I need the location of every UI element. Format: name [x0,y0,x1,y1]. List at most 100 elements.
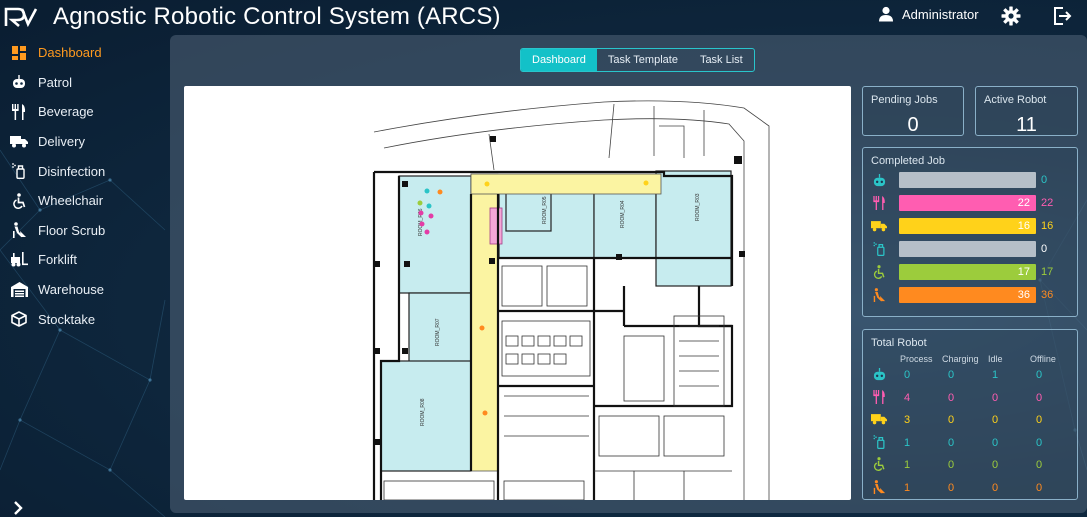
sidebar-item-floor-scrub[interactable]: Floor Scrub [0,216,165,246]
total-robot-col-header: Offline [1030,354,1056,364]
total-robot-cell: 4 [903,391,911,404]
pending-jobs-card: Pending Jobs 0 [862,86,964,136]
total-robot-row-floor-scrub: 1 0 0 0 [871,479,1076,495]
completed-job-bar [899,241,1036,257]
completed-job-bar-label: 22 [1017,197,1030,209]
user-menu[interactable]: Administrator [878,6,979,22]
completed-job-bar-label: 17 [1017,266,1030,278]
sidebar-item-label: Forklift [38,252,77,268]
total-robot-cell: 0 [947,481,955,494]
sidebar-item-wheelchair[interactable]: Wheelchair [0,186,165,216]
settings-button[interactable] [1000,5,1022,27]
sidebar-item-disinfection[interactable]: Disinfection [0,156,165,186]
sidebar-item-label: Beverage [38,104,94,120]
completed-job-bar [899,172,1036,188]
completed-job-total: 0 [1041,174,1048,186]
top-bar: Agnostic Robotic Control System (ARCS) A… [0,0,1087,34]
wheelchair-icon [10,192,28,210]
room-label: ROOM_R05 [542,196,548,224]
spray-icon [871,241,887,257]
room-label: ROOM_R08 [420,398,426,426]
total-robot-cell: 0 [1035,436,1043,449]
total-robot-row-patrol: 0 0 1 0 [871,366,1076,382]
room-label: ROOM_R03 [695,193,701,221]
active-robot-label: Active Robot [984,94,1047,106]
completed-job-bar: 36 [899,287,1036,303]
sidebar-item-label: Warehouse [38,282,104,298]
user-name: Administrator [902,6,979,22]
sidebar-item-patrol[interactable]: Patrol [0,68,165,98]
total-robot-cell: 0 [947,414,955,426]
room-label: ROOM_R07 [435,318,441,346]
total-robot-cell: 0 [991,436,999,449]
robot-marker [417,200,423,206]
dashboard-icon [10,44,28,62]
completed-job-bar-label: 36 [1017,289,1030,301]
spray-icon [10,162,28,180]
sidebar-item-stocktake[interactable]: Stocktake [0,304,165,334]
total-robot-cell: 0 [947,369,955,381]
robot-icon [871,366,887,382]
user-icon [879,6,893,22]
pending-jobs-value: 0 [907,114,919,136]
forklift-icon [10,251,28,269]
pending-jobs-label: Pending Jobs [871,94,938,106]
sidebar-item-label: Patrol [38,74,72,90]
sidebar-item-warehouse[interactable]: Warehouse [0,275,165,305]
total-robot-cell: 0 [947,459,955,471]
sidebar-expand-button[interactable] [12,501,24,517]
tab-task-template[interactable]: Task Template [597,49,689,71]
logo-icon [4,7,38,28]
completed-job-total: 16 [1041,220,1054,232]
tab-dashboard[interactable]: Dashboard [521,49,597,71]
floor-plan-map[interactable]: ROOM_R06 ROOM_R05 ROOM_R04 ROOM_R03 ROOM… [184,86,851,500]
wheelchair-icon [871,456,887,472]
total-robot-cell: 1 [903,459,911,471]
sidebar-item-dashboard[interactable]: Dashboard [0,38,165,68]
completed-job-row-disinfection: 0 [871,241,1076,257]
completed-job-bar: 17 [899,264,1036,280]
total-robot-cell: 0 [947,391,955,404]
floor-scrub-icon [871,287,887,303]
total-robot-title: Total Robot [871,337,927,349]
total-robot-col-header: Charging [942,354,979,364]
sidebar: Dashboard Patrol Beverage Delivery Disin… [0,38,165,334]
floor-scrub-icon [10,221,28,239]
app-title: Agnostic Robotic Control System (ARCS) [53,3,501,30]
sidebar-item-label: Dashboard [38,45,102,61]
total-robot-cell: 0 [1035,459,1043,471]
completed-job-bar: 16 [899,218,1036,234]
robot-marker [484,181,490,187]
completed-job-total: 36 [1041,289,1054,301]
robot-marker [643,180,649,186]
logout-button[interactable] [1051,5,1073,27]
sidebar-item-beverage[interactable]: Beverage [0,97,165,127]
sidebar-item-delivery[interactable]: Delivery [0,127,165,157]
spray-icon [871,434,887,450]
robot-marker [428,213,434,219]
total-robot-cell: 0 [1035,481,1043,494]
total-robot-row-wheelchair: 1 0 0 0 [871,456,1076,472]
robot-marker [426,203,432,209]
completed-job-row-wheelchair: 17 17 [871,264,1076,280]
robot-marker [424,188,430,194]
active-robot-value: 11 [1016,114,1037,136]
room-label: ROOM_R04 [620,200,626,228]
total-robot-cell: 3 [903,414,911,426]
completed-job-total: 0 [1041,243,1048,255]
robot-marker [419,221,425,227]
total-robot-cell: 0 [1035,391,1043,404]
tab-task-list[interactable]: Task List [689,49,754,71]
sidebar-item-forklift[interactable]: Forklift [0,245,165,275]
completed-job-row-patrol: 0 [871,172,1076,188]
completed-job-row-delivery: 16 16 [871,218,1076,234]
wheelchair-icon [871,264,887,280]
total-robot-cell: 0 [991,414,999,426]
completed-job-total: 17 [1041,266,1054,278]
total-robot-cell: 0 [991,481,999,494]
chevron-right-icon [14,501,23,515]
sidebar-item-label: Floor Scrub [38,222,106,238]
total-robot-cell: 0 [1035,414,1043,426]
utensils-icon [871,195,887,211]
tab-bar: Dashboard Task Template Task List [520,48,755,72]
